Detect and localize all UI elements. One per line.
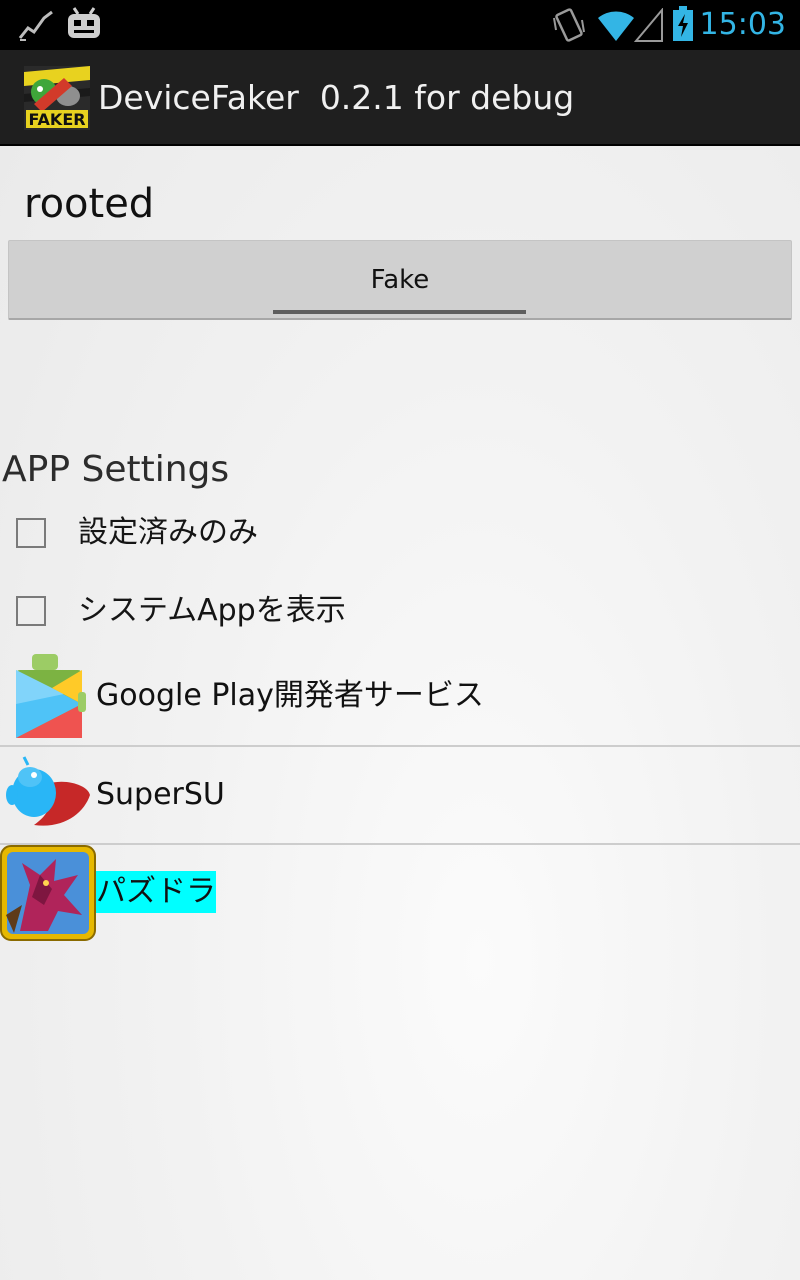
status-bar: 15:03	[0, 0, 800, 50]
vibrate-icon	[553, 8, 585, 42]
google-play-services-icon	[16, 654, 86, 738]
show-system-apps-checkbox[interactable]	[16, 596, 46, 626]
app-title: DeviceFaker 0.2.1 for debug	[98, 78, 575, 117]
clock-time: 15:03	[699, 7, 786, 42]
app-list-item-google-play-services[interactable]: Google Play開発者サービス	[0, 650, 800, 747]
configured-only-checkbox[interactable]	[16, 518, 46, 548]
checkbox-row-show-system-apps[interactable]: システムAppを表示	[0, 578, 800, 650]
fake-button-label: Fake	[370, 265, 430, 295]
supersu-icon	[6, 756, 90, 826]
app-name: SuperSU	[96, 777, 225, 812]
root-status-label: rooted	[24, 181, 155, 227]
app-list-item-supersu[interactable]: SuperSU	[0, 747, 800, 845]
app-logo-icon[interactable]: FAKER	[24, 66, 90, 130]
app-name: Google Play開発者サービス	[96, 678, 484, 713]
show-system-apps-label: システムAppを表示	[78, 593, 346, 628]
app-name-highlighted: パズドラ	[96, 871, 216, 913]
puzzle-dragons-icon	[0, 845, 96, 941]
app-list-item-puzzle-dragons[interactable]: パズドラ	[0, 845, 800, 941]
activity-graph-icon	[18, 10, 53, 41]
wifi-icon	[598, 11, 634, 41]
button-focus-indicator	[273, 310, 526, 314]
configured-only-label: 設定済みのみ	[78, 515, 258, 550]
fake-button[interactable]: Fake	[8, 240, 792, 320]
cyanogenmod-android-icon	[68, 7, 100, 38]
cell-signal-icon	[634, 8, 663, 42]
action-bar: FAKER DeviceFaker 0.2.1 for debug	[0, 50, 800, 146]
app-settings-header: APP Settings	[2, 449, 230, 490]
checkbox-row-configured-only[interactable]: 設定済みのみ	[0, 500, 800, 572]
svg-text:FAKER: FAKER	[28, 110, 85, 129]
battery-charging-icon	[673, 6, 693, 41]
